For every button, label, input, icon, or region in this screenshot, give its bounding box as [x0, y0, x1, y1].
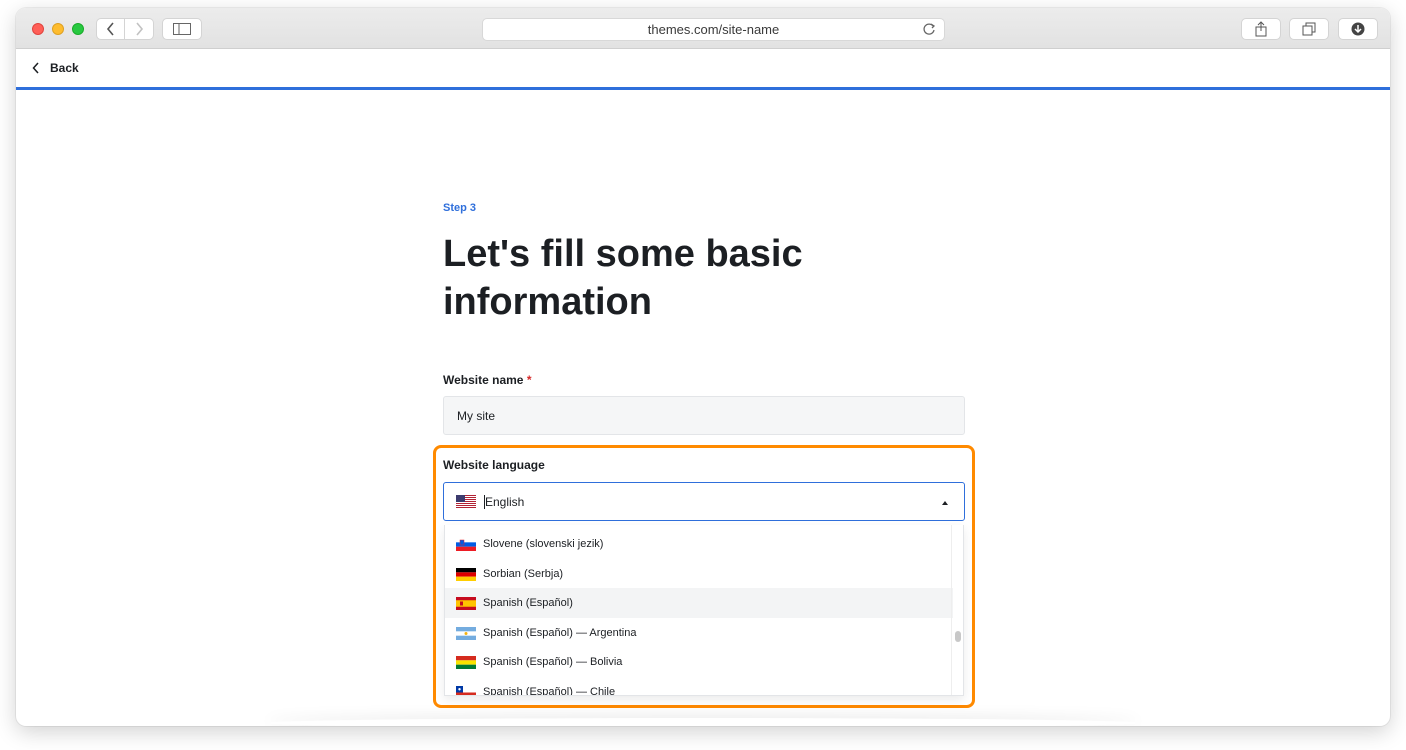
website-name-value: My site: [457, 408, 496, 423]
language-option-label: Sorbian (Serbja): [483, 568, 564, 580]
chile-flag-icon: [456, 685, 476, 695]
language-option[interactable]: Spanish (Español) — Chile: [445, 677, 953, 696]
website-name-input[interactable]: My site: [443, 396, 965, 435]
browser-forward-button[interactable]: [125, 18, 154, 40]
language-option[interactable]: Sorbian (Serbja): [445, 559, 953, 589]
tabs-overview-button[interactable]: [1289, 18, 1329, 40]
website-name-label: Website name *: [443, 373, 532, 387]
browser-back-button[interactable]: [96, 18, 125, 40]
language-option-label: Spanish (Español) — Bolivia: [483, 656, 623, 668]
argentina-flag-icon: [456, 626, 476, 640]
zoom-window-button[interactable]: [72, 23, 84, 35]
close-window-button[interactable]: [32, 23, 44, 35]
address-bar[interactable]: themes.com/site-name: [482, 18, 945, 41]
chevron-left-icon: [32, 62, 39, 74]
required-mark: *: [526, 373, 532, 387]
germany-flag-icon: [456, 567, 476, 581]
language-option-label: Slovene (slovenski jezik): [483, 538, 604, 550]
language-selected-value: English: [485, 494, 525, 509]
browser-window: themes.com/site-name Back Step 3 Let's f…: [16, 8, 1390, 726]
language-option[interactable]: Spanish (Español) — Argentina: [445, 618, 953, 648]
page-title: Let's fill some basic information: [443, 233, 803, 323]
language-option[interactable]: Slovene (slovenski jezik): [445, 529, 953, 559]
share-icon: [1255, 21, 1267, 37]
tabs-icon: [1302, 22, 1316, 36]
language-dropdown-list: Slovene (slovenski jezik) Sorbian (Serbj…: [444, 525, 964, 696]
page-footer-shadow: [266, 718, 1140, 726]
main-content: Step 3 Let's fill some basic information…: [16, 92, 1390, 726]
chevron-right-icon: [136, 22, 144, 36]
us-flag-icon: [456, 495, 476, 508]
language-option-label: Spanish (Español) — Argentina: [483, 627, 637, 639]
step-indicator: Step 3: [443, 202, 477, 214]
back-link[interactable]: Back: [32, 61, 79, 75]
reload-icon[interactable]: [922, 22, 936, 36]
sidebar-icon: [173, 23, 191, 35]
spain-flag-icon: [456, 596, 476, 610]
language-select[interactable]: English: [443, 482, 965, 521]
website-language-label: Website language: [443, 458, 545, 472]
website-name-label-text: Website name: [443, 373, 524, 387]
share-button[interactable]: [1241, 18, 1281, 40]
browser-toolbar: themes.com/site-name: [16, 8, 1390, 49]
url-text: themes.com/site-name: [647, 22, 780, 37]
back-label: Back: [50, 61, 79, 75]
language-option-label: Spanish (Español) — Chile: [483, 686, 616, 696]
sidebar-toggle-button[interactable]: [162, 18, 202, 40]
chevron-up-icon[interactable]: [942, 501, 948, 505]
chevron-left-icon: [106, 22, 114, 36]
language-option[interactable]: Spanish (Español) — Bolivia: [445, 647, 953, 677]
slovenia-flag-icon: [456, 537, 476, 551]
minimize-window-button[interactable]: [52, 23, 64, 35]
language-option-label: Spanish (Español): [483, 597, 573, 609]
scrollbar-thumb[interactable]: [955, 631, 961, 642]
dropdown-scrollbar[interactable]: [951, 525, 963, 695]
language-option[interactable]: Spanish (Español): [445, 588, 953, 618]
download-icon: [1351, 22, 1365, 36]
top-navigation: Back: [16, 49, 1390, 90]
downloads-button[interactable]: [1338, 18, 1378, 40]
bolivia-flag-icon: [456, 655, 476, 669]
